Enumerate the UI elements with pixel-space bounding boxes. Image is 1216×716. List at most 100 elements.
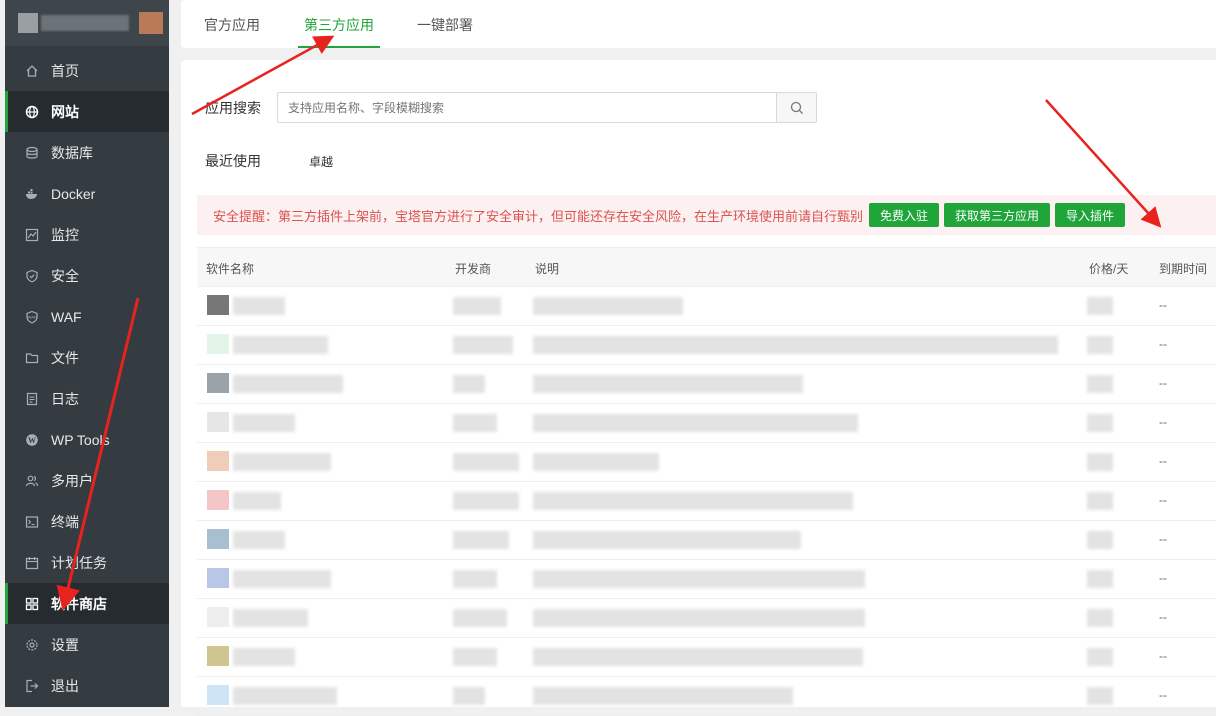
table-row[interactable]: -- xyxy=(197,482,1216,521)
price-redacted xyxy=(1087,453,1113,471)
get-third-party-apps-button[interactable]: 获取第三方应用 xyxy=(944,203,1051,227)
app-name-redacted xyxy=(233,570,331,588)
sidebar-item-database[interactable]: 数据库 xyxy=(5,132,169,173)
security-alert: 安全提醒：第三方插件上架前，宝塔官方进行了安全审计，但可能还存在安全风险，在生产… xyxy=(197,195,1216,235)
table-row[interactable]: -- xyxy=(197,443,1216,482)
description-redacted xyxy=(533,492,853,510)
expiry-cell: -- xyxy=(1159,571,1167,585)
sidebar-item-label: WP Tools xyxy=(51,431,110,448)
search-icon xyxy=(790,101,803,114)
table-row[interactable]: -- xyxy=(197,404,1216,443)
price-redacted xyxy=(1087,297,1113,315)
sidebar-item-label: 首页 xyxy=(51,62,79,79)
developer-redacted xyxy=(453,414,497,432)
sidebar-item-label: WAF xyxy=(51,308,82,325)
app-name-redacted xyxy=(233,375,343,393)
app-name-redacted xyxy=(233,609,308,627)
col-developer: 开发商 xyxy=(455,262,492,276)
expiry-cell: -- xyxy=(1159,532,1167,546)
app-name-redacted xyxy=(233,453,331,471)
app-icon xyxy=(207,295,229,315)
table-row[interactable]: -- xyxy=(197,677,1216,716)
app-icon xyxy=(207,412,229,432)
import-plugin-button[interactable]: 导入插件 xyxy=(1055,203,1126,227)
app-icon xyxy=(207,490,229,510)
recent-label: 最近使用 xyxy=(205,153,261,169)
developer-redacted xyxy=(453,570,497,588)
sidebar-item-docker[interactable]: Docker xyxy=(5,173,169,214)
expiry-cell: -- xyxy=(1159,415,1167,429)
recent-item[interactable]: 卓越 xyxy=(309,153,333,170)
sidebar-item-files[interactable]: 文件 xyxy=(5,337,169,378)
sidebar-item-settings[interactable]: 设置 xyxy=(5,624,169,665)
sidebar-item-logs[interactable]: 日志 xyxy=(5,378,169,419)
sidebar-item-label: 终端 xyxy=(51,513,79,530)
sidebar-item-label: 文件 xyxy=(51,349,79,366)
table-row[interactable]: -- xyxy=(197,638,1216,677)
expiry-cell: -- xyxy=(1159,493,1167,507)
price-redacted xyxy=(1087,375,1113,393)
table-row[interactable]: -- xyxy=(197,560,1216,599)
search-box xyxy=(277,92,817,123)
calendar-icon xyxy=(25,556,39,570)
logout-icon xyxy=(25,679,39,693)
app-name-redacted xyxy=(233,492,281,510)
col-description: 说明 xyxy=(535,262,560,276)
docker-icon xyxy=(25,187,39,201)
tab-third-party-apps[interactable]: 第三方应用 xyxy=(298,15,380,48)
price-redacted xyxy=(1087,648,1113,666)
sidebar-item-wp-tools[interactable]: W WP Tools xyxy=(5,419,169,460)
sidebar-item-home[interactable]: 首页 xyxy=(5,50,169,91)
col-name[interactable]: 软件名称 xyxy=(206,260,254,277)
sidebar-item-label: 多用户 xyxy=(51,472,93,489)
table-row[interactable]: -- xyxy=(197,287,1216,326)
svg-text:WAF: WAF xyxy=(28,314,37,319)
description-redacted xyxy=(533,297,683,315)
expiry-cell: -- xyxy=(1159,649,1167,663)
tab-one-click-deploy[interactable]: 一键部署 xyxy=(417,15,473,35)
sidebar-item-logout[interactable]: 退出 xyxy=(5,665,169,706)
expiry-cell: -- xyxy=(1159,688,1167,702)
tab-official-apps[interactable]: 官方应用 xyxy=(204,15,260,35)
developer-redacted xyxy=(453,297,501,315)
sidebar-item-website[interactable]: 网站 xyxy=(5,91,169,132)
app-icon xyxy=(207,646,229,666)
monitor-chart-icon xyxy=(25,228,39,242)
description-redacted xyxy=(533,687,793,705)
table-row[interactable]: -- xyxy=(197,326,1216,365)
free-listing-button[interactable]: 免费入驻 xyxy=(869,203,940,227)
gear-icon xyxy=(25,638,39,652)
search-button[interactable] xyxy=(776,93,816,122)
sidebar-item-label: 数据库 xyxy=(51,144,93,161)
terminal-icon xyxy=(25,515,39,529)
table-row[interactable]: -- xyxy=(197,521,1216,560)
sidebar-item-terminal[interactable]: 终端 xyxy=(5,501,169,542)
col-expiry: 到期时间 xyxy=(1159,262,1208,276)
app-grid-icon xyxy=(25,597,39,611)
table-header: 软件名称 开发商 说明 价格/天 到期时间 xyxy=(197,247,1216,287)
sidebar-item-multi-user[interactable]: 多用户 xyxy=(5,460,169,501)
app-table: 软件名称 开发商 说明 价格/天 到期时间 -- -- -- -- -- -- -- -- --… xyxy=(197,247,1216,716)
sidebar-item-waf[interactable]: WAF WAF xyxy=(5,296,169,337)
sidebar-item-monitor[interactable]: 监控 xyxy=(5,214,169,255)
app-name-redacted xyxy=(233,687,337,705)
table-row[interactable]: -- xyxy=(197,365,1216,404)
sidebar-item-app-store[interactable]: 软件商店 xyxy=(5,583,169,624)
app-icon xyxy=(207,451,229,471)
search-input[interactable] xyxy=(278,93,776,122)
recent-used-row: 最近使用 卓越 xyxy=(205,151,333,171)
expiry-cell: -- xyxy=(1159,454,1167,468)
avatar[interactable] xyxy=(139,12,163,34)
sidebar-item-label: 计划任务 xyxy=(51,554,107,571)
expiry-cell: -- xyxy=(1159,337,1167,351)
log-icon xyxy=(25,392,39,406)
table-row[interactable]: -- xyxy=(197,599,1216,638)
sidebar-item-security[interactable]: 安全 xyxy=(5,255,169,296)
database-icon xyxy=(25,146,39,160)
sidebar-item-label: 设置 xyxy=(51,636,79,653)
home-icon xyxy=(25,64,39,78)
developer-redacted xyxy=(453,687,485,705)
developer-redacted xyxy=(453,453,519,471)
col-price[interactable]: 价格/天 xyxy=(1089,260,1128,277)
sidebar-item-cron[interactable]: 计划任务 xyxy=(5,542,169,583)
